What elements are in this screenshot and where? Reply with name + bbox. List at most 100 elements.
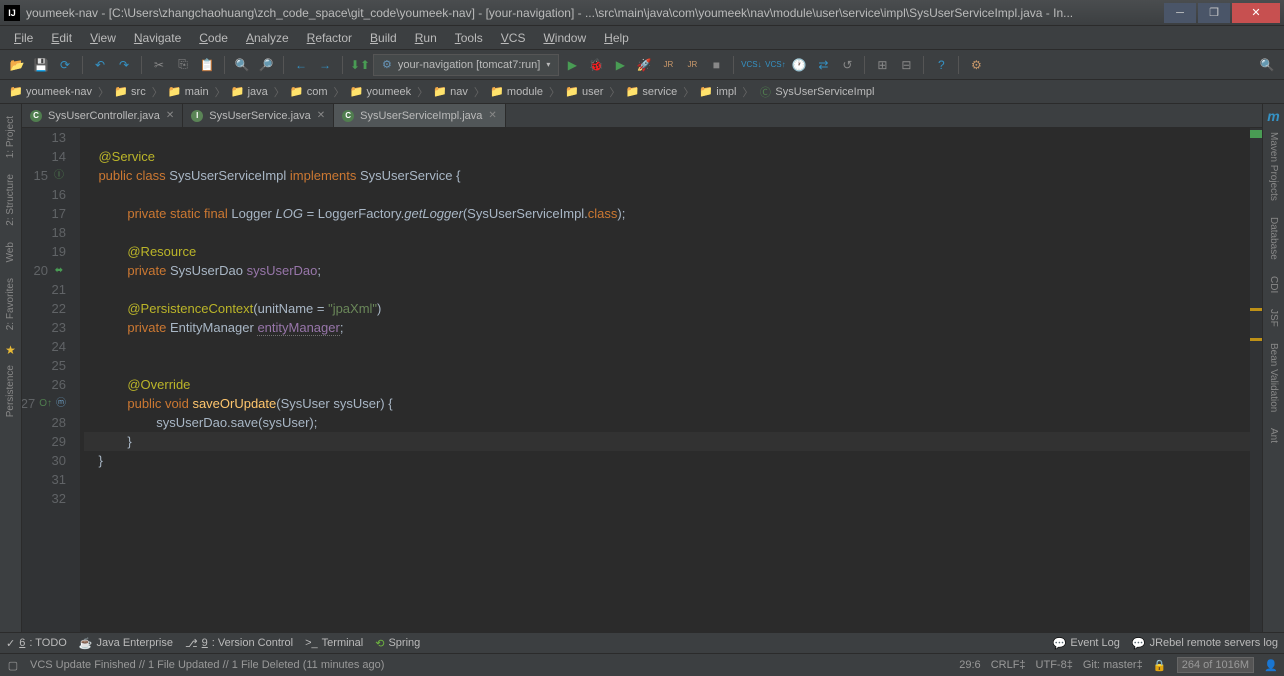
cut-icon[interactable]: ✂ <box>148 54 170 76</box>
code-editor[interactable]: 131415Ⓘ1617181920⬌21222324252627O↑ⓜ28293… <box>22 128 1262 632</box>
breadcrumb-item[interactable]: 📁src <box>111 86 150 98</box>
method-icon[interactable]: ⓜ <box>56 397 66 411</box>
code-line[interactable]: } <box>84 432 1250 451</box>
code-line[interactable]: public void saveOrUpdate(SysUser sysUser… <box>84 394 1250 413</box>
close-tab-icon[interactable]: ✕ <box>317 110 325 121</box>
code-area[interactable]: @Service public class SysUserServiceImpl… <box>80 128 1250 632</box>
jrebel-coverage-icon[interactable]: JR <box>681 54 703 76</box>
warning-marker[interactable] <box>1250 308 1262 311</box>
bottom-tool-tab[interactable]: 💬 Event Log <box>1053 637 1120 650</box>
paste-icon[interactable]: 📋 <box>196 54 218 76</box>
code-line[interactable] <box>84 223 1250 242</box>
file-encoding[interactable]: UTF-8‡ <box>1036 659 1073 671</box>
stop-icon[interactable]: ■ <box>705 54 727 76</box>
structure-icon[interactable]: ⊞ <box>871 54 893 76</box>
favorites-icon[interactable]: ★ <box>5 343 16 357</box>
menu-analyze[interactable]: Analyze <box>238 29 297 47</box>
tool-window-tab[interactable]: Persistence <box>2 357 19 425</box>
menu-window[interactable]: Window <box>535 29 594 47</box>
breadcrumb-item[interactable]: 📁module <box>487 86 547 98</box>
find-icon[interactable]: 🔍 <box>231 54 253 76</box>
copy-icon[interactable]: ⎘ <box>172 54 194 76</box>
close-tab-icon[interactable]: ✕ <box>166 110 174 121</box>
editor-tab[interactable]: CSysUserServiceImpl.java✕ <box>334 104 506 127</box>
search-everywhere-icon[interactable]: 🔍 <box>1256 54 1278 76</box>
run-icon[interactable]: ▶ <box>561 54 583 76</box>
spring-bean-icon[interactable]: ⬌ <box>52 264 66 278</box>
forward-icon[interactable]: → <box>314 54 336 76</box>
status-info-icon[interactable]: ▢ <box>6 658 20 672</box>
menu-refactor[interactable]: Refactor <box>299 29 360 47</box>
warning-marker[interactable] <box>1250 338 1262 341</box>
bottom-tool-tab[interactable]: >_ Terminal <box>305 637 363 649</box>
code-line[interactable]: @Override <box>84 375 1250 394</box>
git-branch[interactable]: Git: master‡ <box>1083 659 1143 671</box>
breadcrumb-item[interactable]: 📁youmeek-nav <box>6 86 96 98</box>
save-icon[interactable]: 💾 <box>30 54 52 76</box>
tool-window-tab[interactable]: 2: Favorites <box>2 270 19 338</box>
settings-icon[interactable]: ⊟ <box>895 54 917 76</box>
back-icon[interactable]: ← <box>290 54 312 76</box>
code-line[interactable]: @Resource <box>84 242 1250 261</box>
menu-build[interactable]: Build <box>362 29 405 47</box>
cursor-position[interactable]: 29:6 <box>959 659 980 671</box>
maven-icon[interactable]: m <box>1267 108 1279 124</box>
bottom-tool-tab[interactable]: ✓ 6: TODO <box>6 637 67 650</box>
menu-view[interactable]: View <box>82 29 124 47</box>
code-line[interactable]: private SysUserDao sysUserDao; <box>84 261 1250 280</box>
inspection-ok-icon[interactable] <box>1250 130 1262 138</box>
tool-window-tab[interactable]: 1: Project <box>2 108 19 166</box>
tool-window-tab[interactable]: Ant <box>1265 420 1282 451</box>
undo-icon[interactable]: ↶ <box>89 54 111 76</box>
bottom-tool-tab[interactable]: ☕ Java Enterprise <box>79 637 173 650</box>
breadcrumb-item[interactable]: 📁nav <box>430 86 472 98</box>
close-button[interactable]: ✕ <box>1232 3 1280 23</box>
run-configuration-selector[interactable]: ⚙ your-navigation [tomcat7:run] ▾ <box>373 54 559 76</box>
code-line[interactable]: @PersistenceContext(unitName = "jpaXml") <box>84 299 1250 318</box>
vcs-commit-icon[interactable]: VCS↑ <box>764 54 786 76</box>
editor-tab[interactable]: ISysUserService.java✕ <box>183 104 334 127</box>
menu-navigate[interactable]: Navigate <box>126 29 189 47</box>
vcs-history-icon[interactable]: 🕐 <box>788 54 810 76</box>
breadcrumb-item[interactable]: 📁com <box>287 86 332 98</box>
maximize-button[interactable]: ❐ <box>1198 3 1230 23</box>
close-tab-icon[interactable]: ✕ <box>488 110 496 121</box>
code-line[interactable] <box>84 489 1250 508</box>
code-line[interactable] <box>84 337 1250 356</box>
bottom-tool-tab[interactable]: ⟲ Spring <box>375 637 420 650</box>
vcs-revert-icon[interactable]: ↺ <box>836 54 858 76</box>
menu-file[interactable]: File <box>6 29 41 47</box>
make-icon[interactable]: ⬇⬆ <box>349 54 371 76</box>
sync-icon[interactable]: ⟳ <box>54 54 76 76</box>
breadcrumb-item[interactable]: ⒸSysUserServiceImpl <box>755 86 878 98</box>
vcs-changes-icon[interactable]: ⇄ <box>812 54 834 76</box>
code-line[interactable]: private EntityManager entityManager; <box>84 318 1250 337</box>
breadcrumb-item[interactable]: 📁user <box>562 86 607 98</box>
debug-icon[interactable]: 🐞 <box>585 54 607 76</box>
code-line[interactable]: } <box>84 451 1250 470</box>
override-icon[interactable]: O↑ <box>39 397 52 411</box>
code-line[interactable] <box>84 356 1250 375</box>
code-line[interactable]: public class SysUserServiceImpl implemen… <box>84 166 1250 185</box>
menu-code[interactable]: Code <box>191 29 236 47</box>
code-line[interactable]: @Service <box>84 147 1250 166</box>
tool-window-tab[interactable]: Maven Projects <box>1265 124 1282 209</box>
bottom-tool-tab[interactable]: ⎇ 9: Version Control <box>185 637 293 650</box>
tool-window-tab[interactable]: Web <box>2 234 19 270</box>
error-stripe[interactable] <box>1250 128 1262 632</box>
tool-window-tab[interactable]: 2: Structure <box>2 166 19 234</box>
menu-tools[interactable]: Tools <box>447 29 491 47</box>
minimize-button[interactable]: ─ <box>1164 3 1196 23</box>
menu-vcs[interactable]: VCS <box>493 29 534 47</box>
redo-icon[interactable]: ↷ <box>113 54 135 76</box>
tool-window-tab[interactable]: CDI <box>1265 268 1282 301</box>
open-icon[interactable]: 📂 <box>6 54 28 76</box>
implements-icon[interactable]: Ⓘ <box>52 169 66 183</box>
editor-tab[interactable]: CSysUserController.java✕ <box>22 104 183 127</box>
tool-window-tab[interactable]: Bean Validation <box>1265 335 1282 420</box>
lock-icon[interactable]: 🔒 <box>1153 658 1167 672</box>
memory-indicator[interactable]: 264 of 1016M <box>1177 657 1254 673</box>
hector-icon[interactable]: 👤 <box>1264 658 1278 672</box>
help-icon[interactable]: ? <box>930 54 952 76</box>
breadcrumb-item[interactable]: 📁service <box>622 86 681 98</box>
